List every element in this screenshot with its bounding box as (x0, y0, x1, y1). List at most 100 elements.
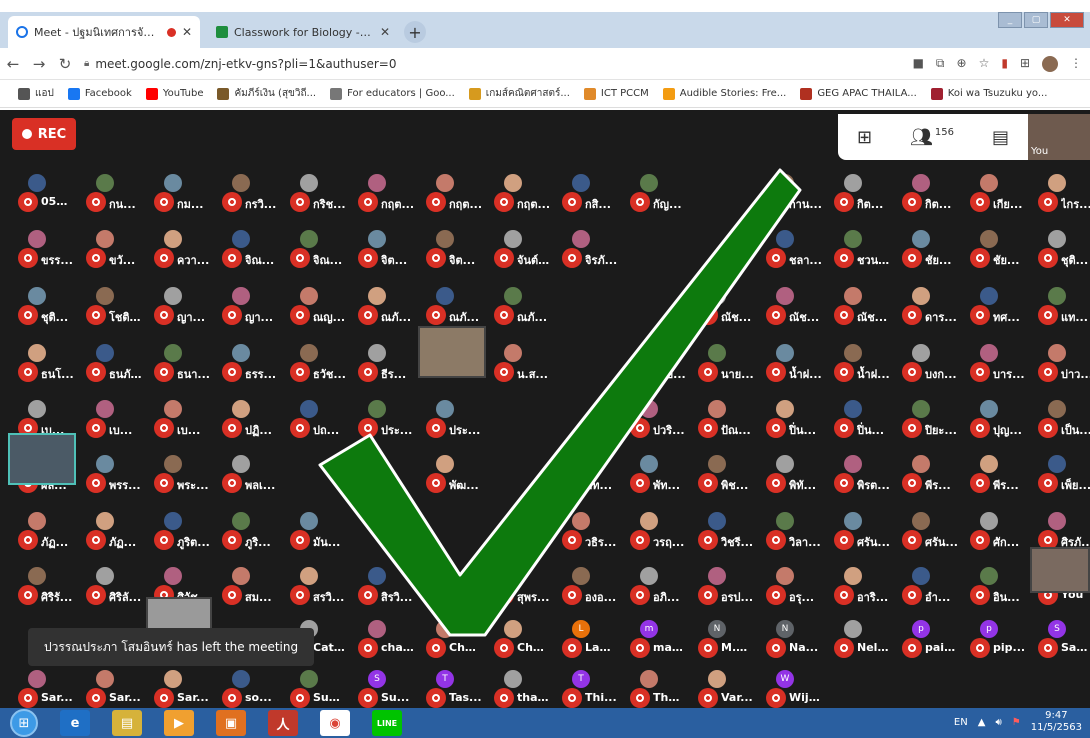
bookmark-item[interactable]: GEG APAC THAILA... (800, 87, 917, 100)
start-button[interactable]: ⊞ (10, 709, 38, 737)
participant-tile[interactable]: ภัฏ... (76, 510, 142, 550)
participant-tile[interactable]: น้ำฝ... (824, 342, 890, 382)
pdf-icon[interactable]: ▮ (1001, 56, 1008, 72)
participant-tile[interactable]: เพ็ย... (1028, 453, 1090, 493)
participant-tile[interactable]: ณัช... (824, 285, 890, 325)
back-arrow-icon[interactable]: ← (0, 55, 26, 73)
participant-tile[interactable]: Thu... (620, 668, 686, 708)
participant-tile[interactable]: Sar... (144, 668, 210, 708)
participant-tile[interactable]: ญา... (212, 285, 278, 325)
participant-tile[interactable]: ขวั... (76, 228, 142, 268)
tab-classwork[interactable]: Classwork for Biology - 63 ม.4 ✕ (208, 16, 398, 48)
flag-icon[interactable]: ⚑ (1012, 717, 1021, 728)
close-tab-icon[interactable]: ✕ (182, 25, 192, 39)
participant-tile[interactable]: อำ... (892, 565, 958, 605)
participant-tile[interactable]: บาร... (960, 342, 1026, 382)
acrobat-icon[interactable]: 人 (268, 710, 298, 736)
participant-tile[interactable]: พีร... (960, 453, 1026, 493)
participant-tile[interactable]: ธรร... (212, 342, 278, 382)
participant-tile[interactable]: S San... (1028, 618, 1090, 658)
tab-meet[interactable]: Meet - ปฐมนิเทศการจัดการเรียน ✕ (8, 16, 200, 48)
people-button[interactable]: 👥︎ 156 (910, 127, 954, 148)
tray-arrow-icon[interactable]: ▲ (978, 717, 986, 728)
participant-tile[interactable]: อาริ... (824, 565, 890, 605)
participant-tile[interactable]: ปิยะ... (892, 398, 958, 438)
participant-tile[interactable]: สม... (212, 565, 278, 605)
participant-tile[interactable]: ปิ่น... (824, 398, 890, 438)
participant-tile[interactable]: ปุญ... (960, 398, 1026, 438)
forward-arrow-icon[interactable]: → (26, 55, 52, 73)
participant-tile[interactable]: กม... (144, 172, 210, 212)
participant-tile[interactable]: พรร... (76, 453, 142, 493)
grid-layout-icon[interactable]: ⊞ (857, 127, 872, 148)
bookmark-item[interactable]: เกมส์คณิตศาสตร์... (468, 86, 570, 101)
internet-explorer-icon[interactable]: e (60, 710, 90, 736)
participant-tile[interactable]: W Wiji... (756, 668, 822, 708)
camera-icon[interactable]: ■ (913, 56, 924, 72)
participant-tile[interactable]: พลเ... (212, 453, 278, 493)
participant-tile[interactable]: T Thi... (552, 668, 618, 708)
participant-tile[interactable]: จิณ... (212, 228, 278, 268)
participant-tile[interactable]: บงก... (892, 342, 958, 382)
participant-tile[interactable]: กิต... (892, 172, 958, 212)
participant-tile[interactable]: พีร... (892, 453, 958, 493)
chrome-icon[interactable]: ◉ (320, 710, 350, 736)
bookmark-item[interactable]: Audible Stories: Fre... (662, 87, 786, 100)
participant-tile[interactable]: so... (212, 668, 278, 708)
url-field[interactable]: 🔒︎ meet.google.com/znj-etkv-gns?pli=1&au… (84, 52, 913, 76)
participant-tile[interactable]: ธนา... (144, 342, 210, 382)
participant-tile[interactable]: กน... (76, 172, 142, 212)
participant-tile[interactable]: เป็น... (1028, 398, 1090, 438)
participant-tile[interactable]: กิต... (824, 172, 890, 212)
participant-tile[interactable]: ภูริต... (144, 510, 210, 550)
participant-tile[interactable]: ชัย... (892, 228, 958, 268)
participant-tile[interactable]: ภูริ... (212, 510, 278, 550)
participant-tile[interactable]: ญา... (144, 285, 210, 325)
participant-tile[interactable]: ภัฏ... (8, 510, 74, 550)
participant-tile[interactable]: Nell... (824, 618, 890, 658)
participant-tile[interactable]: แท... (1028, 285, 1090, 325)
participant-tile[interactable]: ศรัน... (892, 510, 958, 550)
extensions-icon[interactable]: ⊞ (1020, 56, 1030, 72)
participant-tile[interactable]: พิรต... (824, 453, 890, 493)
participant-tile[interactable]: เกีย... (960, 172, 1026, 212)
volume-icon[interactable]: 🔊︎ (995, 717, 1001, 728)
participant-tile[interactable]: พระ... (144, 453, 210, 493)
participant-tile[interactable]: ชัย... (960, 228, 1026, 268)
participant-tile[interactable]: บ่าว... (1028, 342, 1090, 382)
bookmark-item[interactable]: YouTube (145, 87, 203, 100)
participant-tile[interactable]: กรวิ... (212, 172, 278, 212)
zoom-icon[interactable]: ⊕ (957, 56, 967, 72)
participant-tile[interactable]: tha... (484, 668, 550, 708)
participant-tile[interactable]: Var... (688, 668, 754, 708)
participant-tile[interactable]: ชุติ... (1028, 228, 1090, 268)
participant-tile[interactable]: ศรัน... (824, 510, 890, 550)
participant-tile[interactable]: เบ... (144, 398, 210, 438)
participant-tile[interactable]: ทศ... (960, 285, 1026, 325)
new-tab-button[interactable]: + (404, 21, 426, 43)
participant-tile[interactable]: ไกร... (1028, 172, 1090, 212)
bookmark-item[interactable]: ICT PCCM (583, 87, 649, 100)
participant-tile[interactable]: ชุติ... (8, 285, 74, 325)
close-tab-icon[interactable]: ✕ (380, 25, 390, 39)
chat-icon[interactable]: ▤ (992, 127, 1009, 148)
star-icon[interactable]: ☆ (979, 56, 990, 72)
participant-tile[interactable]: ธนโ... (8, 342, 74, 382)
participant-tile[interactable]: S Su... (348, 668, 414, 708)
participant-tile[interactable]: p pait... (892, 618, 958, 658)
participant-tile[interactable]: Sup... (280, 668, 346, 708)
bookmark-item[interactable]: แอป (18, 86, 54, 101)
participant-tile[interactable]: ศิริลั... (76, 565, 142, 605)
bookmark-item[interactable]: Facebook (67, 87, 132, 100)
video-icon[interactable]: ▣ (216, 710, 246, 736)
participant-tile[interactable]: ขรร... (8, 228, 74, 268)
maximize-icon[interactable]: ▢ (1024, 12, 1048, 28)
menu-icon[interactable]: ⋮ (1070, 56, 1082, 72)
participant-tile[interactable]: T Tas... (416, 668, 482, 708)
participant-tile[interactable]: ดาร... (892, 285, 958, 325)
participant-tile[interactable]: p pip... (960, 618, 1026, 658)
file-explorer-icon[interactable]: ▤ (112, 710, 142, 736)
participant-tile[interactable]: ธนภั... (76, 342, 142, 382)
participant-tile[interactable]: ศิริรั... (8, 565, 74, 605)
participant-tile[interactable]: โชติ... (76, 285, 142, 325)
